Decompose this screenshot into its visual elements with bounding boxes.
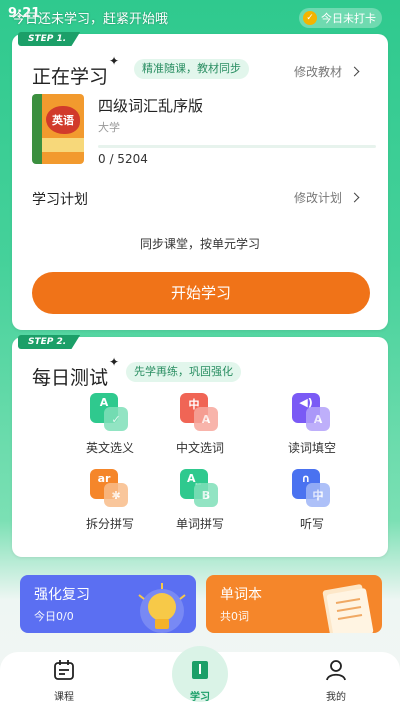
review-title: 强化复习 — [34, 587, 90, 603]
test-icon: ar ✱ — [90, 469, 130, 509]
test-item[interactable]: ◀) A 读词填空 — [262, 393, 362, 456]
chevron-right-icon — [349, 66, 360, 77]
test-item[interactable]: ∩ 中听写 — [262, 469, 362, 532]
test-icon-back: 中 — [306, 483, 330, 507]
calendar-icon — [54, 660, 74, 680]
step-tag: STEP 2. — [18, 335, 81, 349]
test-label: 听写 — [299, 517, 324, 531]
review-card[interactable]: 强化复习 今日0/0 — [20, 575, 196, 633]
user-icon — [326, 660, 346, 681]
plan-description: 同步课堂，按单元学习 — [139, 237, 260, 251]
wordbook-title: 单词本 — [220, 587, 262, 603]
change-plan-link[interactable]: 修改计划 — [294, 189, 360, 206]
test-icon: A ✓ — [90, 393, 130, 433]
test-item[interactable]: A_ B 单词拼写 — [150, 469, 250, 532]
test-label: 单词拼写 — [175, 517, 224, 531]
test-item[interactable]: 中 A 中文选词 — [150, 393, 250, 456]
test-icon-back: A — [194, 407, 218, 431]
chevron-right-icon — [349, 192, 360, 203]
plan-label: 学习计划 — [32, 192, 88, 208]
checkin-label: 今日未打卡 — [321, 12, 376, 25]
start-study-button[interactable]: 开始学习 — [32, 272, 370, 314]
bottom-tab-bar: 课程 学习 我的 — [0, 646, 400, 712]
test-icon-back: B — [194, 483, 218, 507]
book-subtitle: 大学 — [98, 121, 120, 134]
test-icon-back: ✓ — [104, 407, 128, 431]
change-plan-label: 修改计划 — [294, 191, 343, 205]
checkin-icon: ✓ — [303, 11, 317, 25]
wordbook-count: 共0词 — [220, 610, 249, 623]
wordbook-card[interactable]: 单词本 共0词 — [206, 575, 382, 633]
test-icon-back: ✱ — [104, 483, 128, 507]
card-title: 正在学习 — [32, 66, 109, 88]
notebook-icon — [322, 584, 374, 633]
tab-course-label: 课程 — [54, 692, 74, 703]
book-cover-label: 英语 — [46, 106, 80, 134]
test-icon: A_ B — [180, 469, 220, 509]
tab-study[interactable]: 学习 — [160, 658, 240, 703]
card-title: 每日测试 — [32, 367, 109, 389]
test-label: 英文选义 — [85, 441, 134, 455]
tab-course[interactable]: 课程 — [24, 658, 104, 703]
lightbulb-icon — [138, 583, 186, 633]
change-book-label: 修改教材 — [294, 65, 343, 79]
progress-bar — [98, 145, 376, 148]
test-item[interactable]: ar ✱ 拆分拼写 — [60, 469, 160, 532]
book-title: 四级词汇乱序版 — [98, 97, 204, 115]
progress-text: 0 / 5204 — [98, 152, 148, 166]
test-item[interactable]: A ✓ 英文选义 — [60, 393, 160, 456]
book-cover-band — [42, 138, 84, 152]
test-icon-back: A — [306, 407, 330, 431]
test-label: 中文选词 — [175, 441, 224, 455]
study-reminder-banner: 今日还未学习，赶紧开始哦 — [12, 12, 169, 27]
step-tag: STEP 1. — [18, 32, 81, 46]
test-icon: ◀) A — [292, 393, 332, 433]
test-icon: ∩ 中 — [292, 469, 332, 509]
sparkle-icon: ✦ — [109, 355, 120, 369]
tab-mine[interactable]: 我的 — [296, 658, 376, 703]
sparkle-icon: ✦ — [109, 54, 120, 68]
tab-mine-label: 我的 — [326, 692, 346, 703]
review-count: 今日0/0 — [34, 610, 74, 623]
test-label: 读词填空 — [287, 441, 336, 455]
daily-test-card: STEP 2. 每日测试 ✦ 先学再练，巩固强化 A ✓ 英文选义中 A 中文选词 ◀) A… — [12, 335, 388, 557]
study-tag: 精准随课，教材同步 — [134, 59, 249, 79]
daily-tag: 先学再练，巩固强化 — [126, 362, 241, 382]
test-label: 拆分拼写 — [85, 517, 134, 531]
book-cover[interactable]: 英语 — [32, 94, 84, 164]
checkin-badge[interactable]: ✓ 今日未打卡 — [299, 8, 382, 28]
tab-study-label: 学习 — [190, 692, 210, 703]
change-book-link[interactable]: 修改教材 — [294, 63, 360, 80]
test-icon: 中A — [180, 393, 220, 433]
current-study-card: STEP 1. 正在学习 ✦ 精准随课，教材同步 修改教材 英语 四级词汇乱序版… — [12, 32, 388, 330]
book-icon — [192, 661, 208, 679]
